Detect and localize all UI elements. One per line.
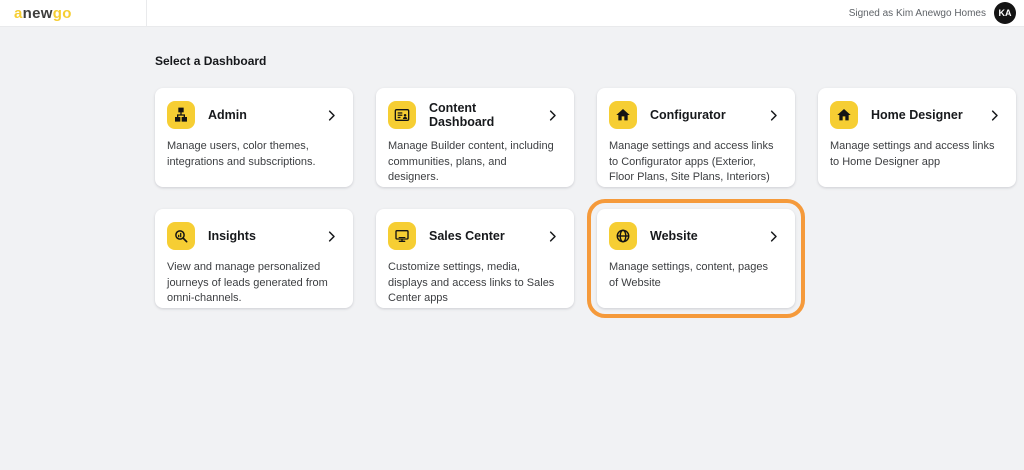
home-icon [609,101,637,129]
card-home-designer[interactable]: Home Designer Manage settings and access… [818,88,1016,187]
card-title: Website [650,229,698,243]
signed-in-text: Signed as Kim Anewgo Homes [849,8,986,19]
card-content-dashboard[interactable]: Content Dashboard Manage Builder content… [376,88,574,187]
card-title: Sales Center [429,229,505,243]
logo-part-new: new [23,5,53,22]
card-title: Home Designer [871,108,963,122]
card-description: Manage settings, content, pages of Websi… [609,260,781,291]
card-title: Insights [208,229,256,243]
card-website[interactable]: Website Manage settings, content, pages … [597,209,795,308]
card-description: Customize settings, media, displays and … [388,260,560,307]
chevron-right-icon [324,229,339,244]
app-header: anewgo Signed as Kim Anewgo Homes KA [0,0,1024,27]
logo-part-a: a [14,5,23,22]
card-description: View and manage personalized journeys of… [167,260,339,307]
header-right: Signed as Kim Anewgo Homes KA [147,0,1024,26]
card-description: Manage users, color themes, integrations… [167,139,339,170]
content-document-icon [388,101,416,129]
card-header: Insights [167,222,339,250]
card-title: Content Dashboard [429,101,532,129]
dashboard-grid: Admin Manage users, color themes, integr… [155,88,1016,308]
card-title: Configurator [650,108,726,122]
card-header: Sales Center [388,222,560,250]
chevron-right-icon [545,108,560,123]
card-description: Manage settings and access links to Home… [830,139,1002,170]
home-icon [830,101,858,129]
logo-area: anewgo [0,0,147,26]
main-content: Select a Dashboard Admin Manage users, c… [0,27,1024,308]
card-header: Admin [167,101,339,129]
chevron-right-icon [324,108,339,123]
chevron-right-icon [766,108,781,123]
monitor-icon [388,222,416,250]
card-header: Website [609,222,781,250]
card-admin[interactable]: Admin Manage users, color themes, integr… [155,88,353,187]
chevron-right-icon [987,108,1002,123]
anewgo-logo[interactable]: anewgo [14,6,72,21]
card-header: Home Designer [830,101,1002,129]
card-configurator[interactable]: Configurator Manage settings and access … [597,88,795,187]
org-tree-icon [167,101,195,129]
logo-part-go: go [53,5,72,22]
search-insights-icon [167,222,195,250]
chevron-right-icon [545,229,560,244]
user-avatar[interactable]: KA [994,2,1016,24]
card-description: Manage settings and access links to Conf… [609,139,781,186]
chevron-right-icon [766,229,781,244]
globe-icon [609,222,637,250]
card-insights[interactable]: Insights View and manage personalized jo… [155,209,353,308]
card-header: Configurator [609,101,781,129]
page-title: Select a Dashboard [155,54,1024,68]
card-header: Content Dashboard [388,101,560,129]
card-sales-center[interactable]: Sales Center Customize settings, media, … [376,209,574,308]
card-title: Admin [208,108,247,122]
card-description: Manage Builder content, including commun… [388,139,560,186]
